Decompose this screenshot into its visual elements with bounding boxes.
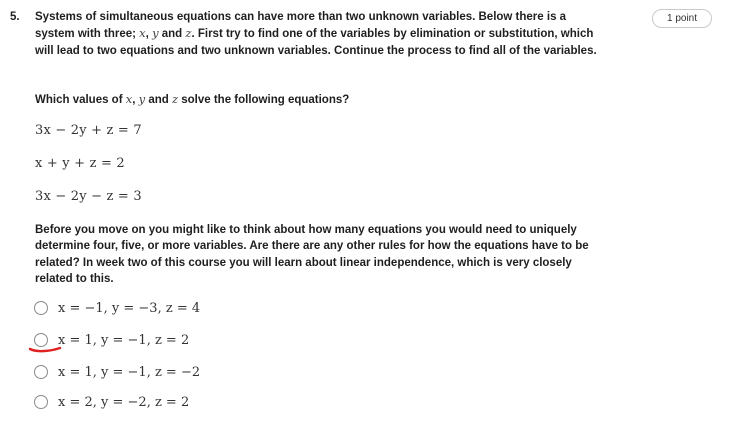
prompt-text-1: Which values of — [35, 94, 126, 106]
answer-option-4[interactable]: x = 2, y = −2, z = 2 — [34, 392, 189, 412]
question-prompt: Which values of x, y and z solve the fol… — [35, 91, 600, 108]
radio-button[interactable] — [34, 365, 48, 379]
followup-text: Before you move on you might like to thi… — [35, 224, 589, 285]
radio-button[interactable] — [34, 395, 48, 409]
intro-sep-2: and — [158, 28, 186, 41]
option-label: x = 1, y = −1, z = 2 — [58, 332, 190, 348]
prompt-sep-2: and — [145, 94, 172, 106]
prompt-text-2: solve the following equations? — [178, 94, 350, 106]
equation-1: 3x − 2y + z = 7 — [35, 123, 142, 138]
points-badge: 1 point — [652, 9, 712, 28]
answer-option-1[interactable]: x = −1, y = −3, z = 4 — [34, 298, 200, 318]
radio-button[interactable] — [34, 301, 48, 315]
equation-2: x + y + z = 2 — [35, 156, 125, 171]
question-intro: Systems of simultaneous equations can ha… — [35, 9, 600, 59]
option-label: x = −1, y = −3, z = 4 — [58, 300, 201, 316]
red-underline-mark — [28, 346, 62, 353]
question-number: 5. — [10, 11, 20, 23]
option-label: x = 1, y = −1, z = −2 — [58, 364, 201, 380]
option-label: x = 2, y = −2, z = 2 — [58, 394, 190, 410]
equation-3: 3x − 2y − z = 3 — [35, 189, 142, 204]
red-underline-stroke — [28, 346, 62, 353]
answer-option-3[interactable]: x = 1, y = −1, z = −2 — [34, 362, 200, 382]
